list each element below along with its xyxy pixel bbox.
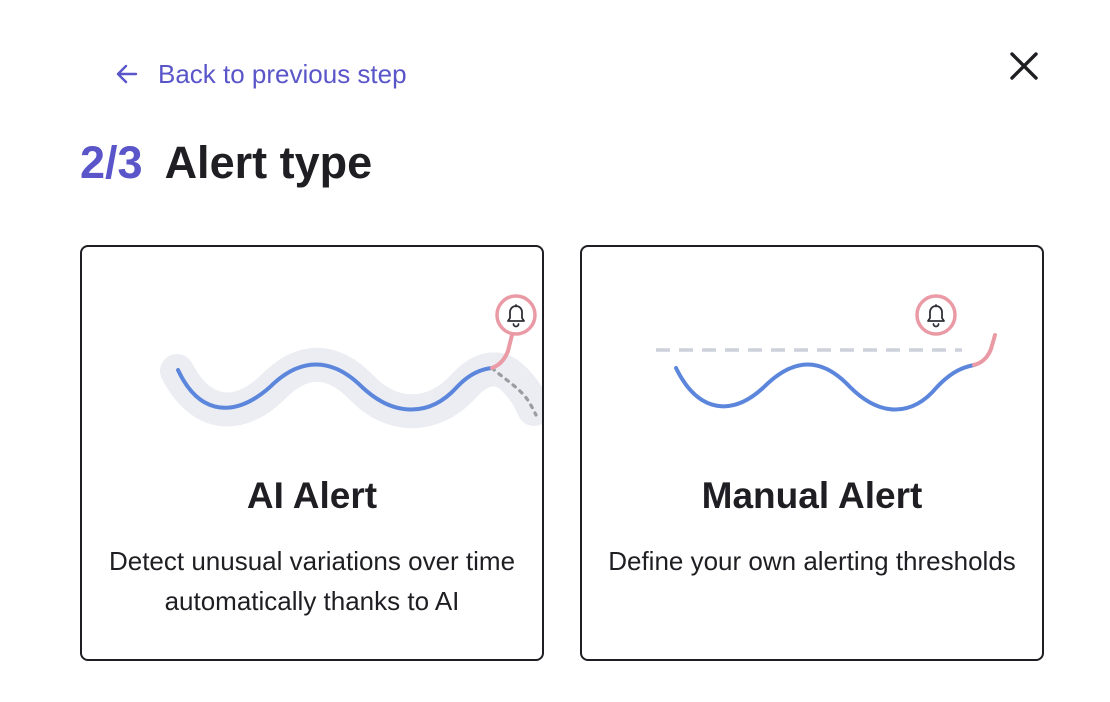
manual-alert-description: Define your own alerting thresholds [608,546,1016,576]
back-to-previous-step-link[interactable]: Back to previous step [114,56,407,92]
bell-icon [495,294,537,336]
ai-alert-option-card[interactable]: AI Alert Detect unusual variations over … [80,245,544,661]
step-indicator: 2/3 [80,137,143,188]
metric-line [674,362,976,412]
page-title: Alert type [164,137,373,188]
ai-alert-description: Detect unusual variations over time auto… [108,546,516,616]
ai-alert-illustration [160,294,542,429]
back-link-label: Back to previous step [158,58,407,89]
bell-icon [915,294,957,336]
threshold-breach-line [972,333,997,367]
manual-alert-option-card[interactable]: Manual Alert Define your own alerting th… [580,245,1044,661]
ai-alert-title: AI Alert [246,475,378,516]
manual-alert-title: Manual Alert [701,475,923,516]
close-button[interactable] [1002,46,1046,90]
close-icon [1008,50,1040,87]
manual-alert-illustration [656,294,997,412]
page-heading: 2/3 Alert type [80,138,372,188]
arrow-left-icon [114,61,140,87]
